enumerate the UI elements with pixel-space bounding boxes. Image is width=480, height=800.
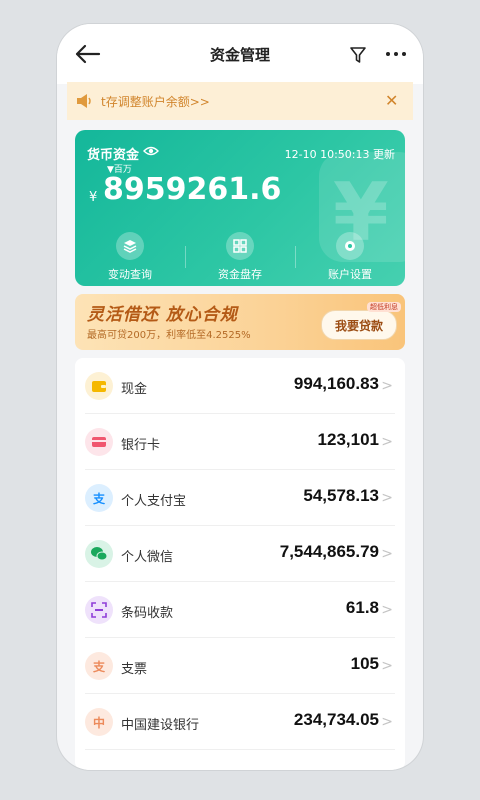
- loan-subtitle: 最高可贷200万，利率低至4.2525%: [87, 330, 251, 341]
- action-label: 变动查询: [108, 268, 152, 281]
- list-item[interactable]: 条码收款 61.8 >: [75, 582, 405, 638]
- account-name: 现金: [121, 382, 148, 397]
- loan-headline: 灵活借还 放心合规: [87, 305, 238, 325]
- alipay-icon: 支: [85, 484, 113, 512]
- cheque-icon: 支: [85, 652, 113, 680]
- more-icon[interactable]: [385, 47, 407, 61]
- list-item[interactable]: 支 支票 105 >: [75, 638, 405, 694]
- divider: [295, 246, 296, 268]
- apply-loan-button[interactable]: 我要贷款: [321, 310, 397, 340]
- action-label: 账户设置: [328, 268, 372, 281]
- low-interest-badge: 超低利息: [367, 302, 401, 312]
- action-fund-inventory[interactable]: 资金盘存: [185, 232, 295, 282]
- list-item[interactable]: 中 中国建设银行 234,734.05 >: [75, 694, 405, 750]
- account-value: 994,160.83: [293, 374, 379, 393]
- account-value: 123,101: [317, 430, 379, 449]
- account-list: 现金 994,160.83 > 银行卡 123,101 > 支 个人支付宝 54…: [75, 358, 405, 770]
- chevron-right-icon: >: [381, 490, 393, 506]
- chevron-right-icon: >: [381, 602, 393, 618]
- chevron-right-icon: >: [381, 434, 393, 450]
- top-bar: 资金管理: [57, 24, 423, 84]
- phone-frame: 资金管理 t存调整账户余额>> ✕ ¥ 货币资金 12-10 10:50:13 …: [57, 24, 423, 770]
- update-time: 12-10 10:50:13 更新: [284, 148, 395, 161]
- bank-icon: 中: [85, 708, 113, 736]
- filter-icon[interactable]: [349, 46, 367, 64]
- notice-text[interactable]: t存调整账户余额>>: [101, 93, 210, 110]
- fund-label: 货币资金: [87, 148, 140, 163]
- account-name: 个人支付宝: [121, 494, 187, 509]
- chevron-right-icon: >: [381, 658, 393, 674]
- gear-icon: [336, 232, 364, 260]
- fund-actions: 变动查询 资金盘存 账户设置: [75, 232, 405, 282]
- layers-icon: [116, 232, 144, 260]
- fund-amount: 8959261.6: [103, 172, 282, 207]
- loan-banner[interactable]: 灵活借还 放心合规 最高可贷200万，利率低至4.2525% 我要贷款 超低利息: [75, 294, 405, 350]
- eye-icon[interactable]: [143, 144, 159, 158]
- account-name: 中国建设银行: [121, 718, 200, 733]
- account-name: 条码收款: [121, 606, 174, 621]
- close-icon[interactable]: ✕: [385, 91, 398, 110]
- chevron-right-icon: >: [381, 378, 393, 394]
- currency-symbol: ¥: [89, 190, 98, 205]
- action-change-query[interactable]: 变动查询: [75, 232, 185, 282]
- account-name: 支票: [121, 662, 148, 677]
- account-value: 54,578.13: [303, 486, 379, 505]
- wallet-icon: [85, 372, 113, 400]
- card-icon: [85, 428, 113, 456]
- row-divider: [85, 749, 395, 750]
- account-name: 个人微信: [121, 550, 174, 565]
- account-value: 7,544,865.79: [279, 542, 379, 561]
- notice-banner[interactable]: t存调整账户余额>> ✕: [67, 82, 413, 120]
- account-value: 234,734.05: [293, 710, 379, 729]
- account-value: 61.8: [345, 598, 379, 617]
- list-item[interactable]: 支 个人支付宝 54,578.13 >: [75, 470, 405, 526]
- list-item[interactable]: 现金 994,160.83 >: [75, 358, 405, 414]
- list-item[interactable]: 银行卡 123,101 >: [75, 414, 405, 470]
- grid-icon: [226, 232, 254, 260]
- action-account-settings[interactable]: 账户设置: [295, 232, 405, 282]
- account-name: 银行卡: [121, 438, 161, 453]
- chevron-right-icon: >: [381, 714, 393, 730]
- chevron-right-icon: >: [381, 546, 393, 562]
- speaker-icon: [77, 94, 91, 108]
- divider: [185, 246, 186, 268]
- wechat-icon: [85, 540, 113, 568]
- page-title: 资金管理: [209, 46, 270, 64]
- fund-summary-card: ¥ 货币资金 12-10 10:50:13 更新 ▼百万 ¥ 8959261.6…: [75, 130, 405, 286]
- account-value: 105: [350, 654, 379, 673]
- list-item[interactable]: 个人微信 7,544,865.79 >: [75, 526, 405, 582]
- scan-icon: [85, 596, 113, 624]
- action-label: 资金盘存: [218, 268, 262, 281]
